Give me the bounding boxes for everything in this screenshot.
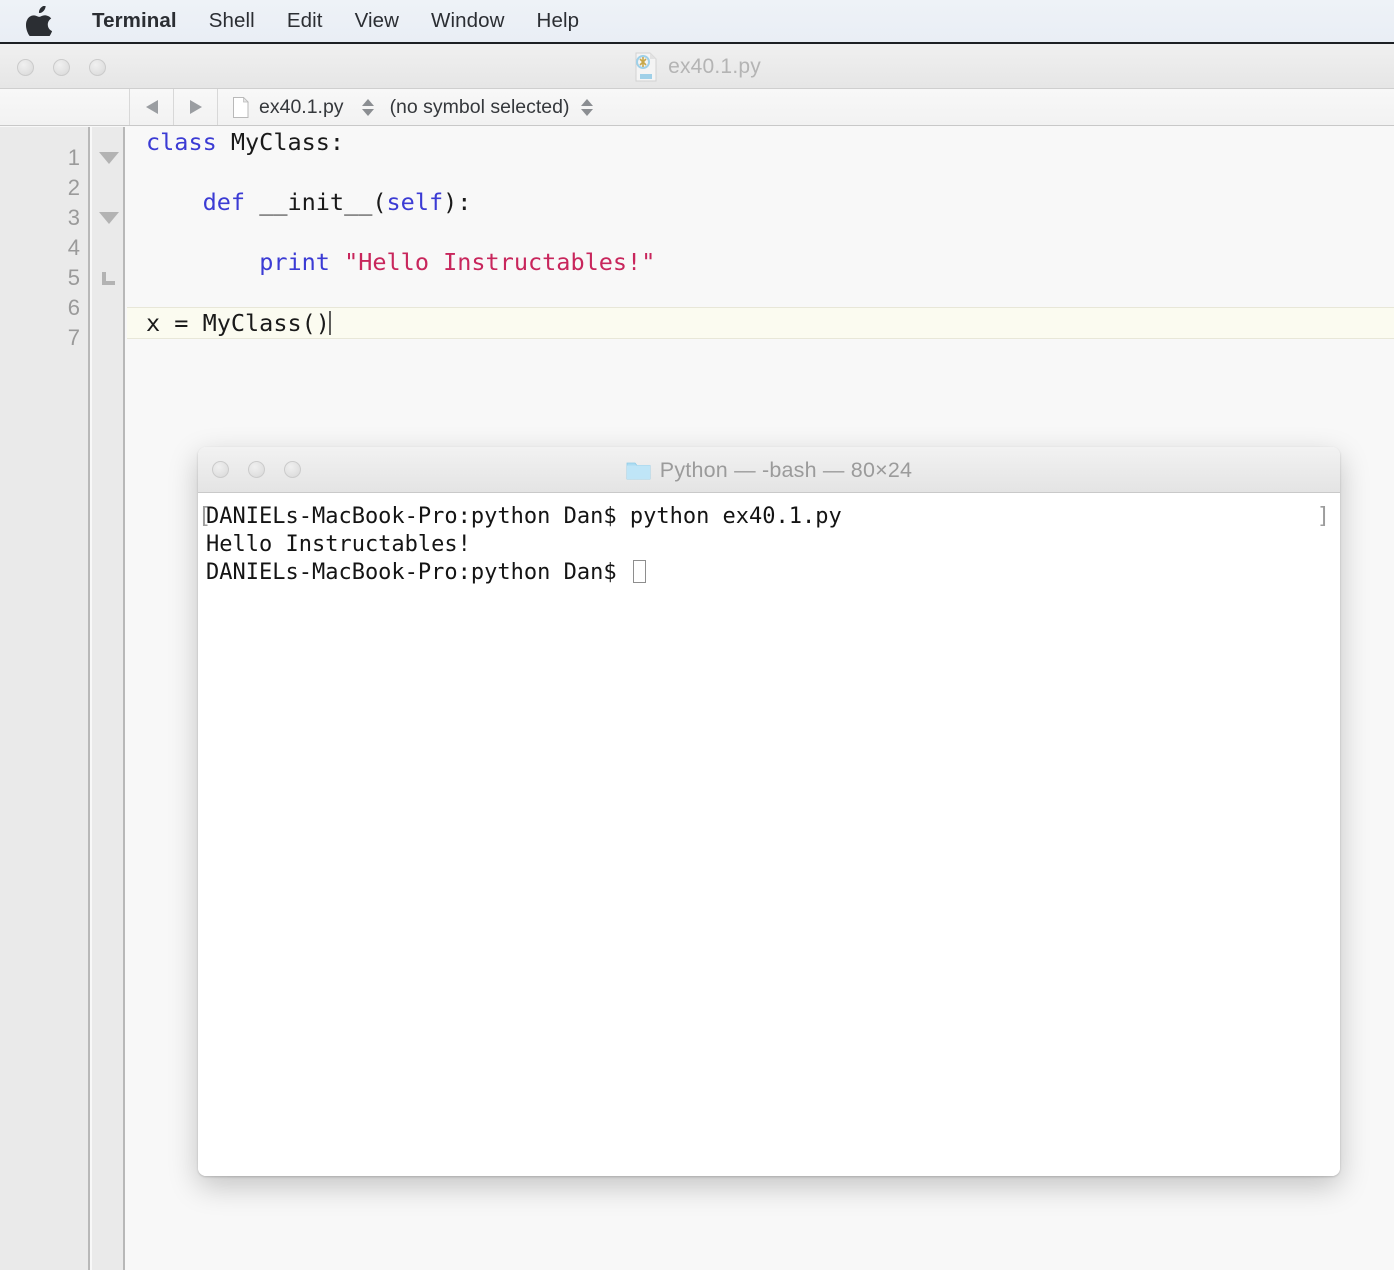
code-token-kw: def — [202, 188, 260, 216]
menu-item-view[interactable]: View — [339, 9, 415, 33]
code-folding-gutter[interactable] — [92, 127, 125, 1270]
forward-button[interactable] — [174, 89, 218, 125]
code-token-plain: __init__( — [259, 188, 387, 216]
terminal-line-text: DANIELs-MacBook-Pro:python Dan$ — [206, 560, 630, 585]
code-token-self: self — [386, 188, 444, 216]
apple-logo-icon[interactable] — [26, 6, 52, 36]
text-cursor — [328, 311, 331, 335]
code-token-kw: print — [259, 248, 345, 276]
fold-toggle[interactable] — [92, 203, 125, 233]
line-number-list: 1 2 3 4 5 6 7 — [10, 143, 80, 353]
stepper-down-icon — [581, 108, 594, 116]
mac-menu-bar: Terminal Shell Edit View Window Help — [0, 0, 1394, 44]
terminal-line-text: Hello Instructables! — [206, 532, 471, 557]
code-token-kw: class — [146, 128, 231, 156]
menu-item-shell[interactable]: Shell — [193, 9, 271, 33]
document-icon — [232, 96, 249, 118]
code-line[interactable]: def __init__(self): — [127, 187, 1394, 217]
symbol-selector-label: (no symbol selected) — [389, 95, 570, 118]
line-number: 2 — [67, 175, 80, 200]
code-token-plain: x = MyClass() — [146, 309, 330, 337]
editor-toolbar: ex40.1.py (no symbol selected) — [0, 89, 1394, 126]
fold-triangle-icon — [98, 212, 119, 224]
code-token-plain: MyClass: — [230, 128, 345, 156]
terminal-line: Hello Instructables! — [198, 531, 1340, 559]
terminal-line: DANIELs-MacBook-Pro:python Dan$ python e… — [198, 503, 1340, 531]
terminal-title-bar[interactable]: Python — -bash — 80×24 — [198, 447, 1340, 493]
editor-title-group: ex40.1.py — [0, 44, 1394, 89]
symbol-stepper[interactable] — [577, 94, 597, 120]
line-number: 4 — [67, 235, 80, 260]
editor-title-bar[interactable]: ex40.1.py — [0, 44, 1394, 89]
file-stepper[interactable] — [358, 94, 378, 120]
fold-toggle[interactable] — [92, 143, 125, 173]
code-line[interactable]: x = MyClass() — [127, 307, 1394, 339]
stepper-up-icon — [361, 98, 374, 106]
code-token-plain: ): — [443, 188, 472, 216]
terminal-line: DANIELs-MacBook-Pro:python Dan$ — [198, 559, 1340, 587]
stepper-up-icon — [581, 98, 594, 106]
symbol-selector[interactable]: (no symbol selected) — [386, 89, 570, 125]
fold-end-bracket-icon — [102, 271, 115, 285]
code-token-str: "Hello Instructables!" — [344, 248, 656, 276]
terminal-line-text: DANIELs-MacBook-Pro:python Dan$ python e… — [206, 504, 842, 529]
menu-item-help[interactable]: Help — [521, 9, 596, 33]
code-line[interactable] — [127, 277, 1394, 307]
code-line[interactable]: print "Hello Instructables!" — [127, 247, 1394, 277]
terminal-window: Python — -bash — 80×24 [ ] DANIELs-MacBo… — [198, 447, 1340, 1176]
menu-item-terminal[interactable]: Terminal — [76, 9, 193, 33]
textedit-document-icon — [633, 52, 659, 82]
line-number: 3 — [67, 205, 80, 230]
terminal-line-list: DANIELs-MacBook-Pro:python Dan$ python e… — [198, 503, 1340, 587]
back-button[interactable] — [130, 89, 174, 125]
code-line[interactable] — [127, 157, 1394, 187]
block-cursor-icon — [632, 560, 646, 583]
folder-icon — [626, 460, 651, 480]
file-selector-label: ex40.1.py — [259, 95, 344, 118]
editor-title-text: ex40.1.py — [668, 54, 761, 78]
fold-triangle-icon — [98, 152, 119, 164]
terminal-output-area[interactable]: [ ] DANIELs-MacBook-Pro:python Dan$ pyth… — [198, 493, 1340, 1176]
code-line[interactable]: class MyClass: — [127, 127, 1394, 157]
line-number-gutter: 1 2 3 4 5 6 7 — [0, 127, 90, 1270]
menu-item-edit[interactable]: Edit — [271, 9, 339, 33]
line-number: 7 — [67, 325, 80, 350]
code-line[interactable] — [127, 217, 1394, 247]
line-number: 6 — [67, 295, 80, 320]
menu-item-window[interactable]: Window — [415, 9, 521, 33]
terminal-title-text: Python — -bash — 80×24 — [659, 457, 913, 482]
stepper-down-icon — [361, 108, 374, 116]
line-number: 5 — [67, 265, 80, 290]
terminal-title-group: Python — -bash — 80×24 — [198, 447, 1340, 493]
toolbar-left-spacer — [0, 89, 130, 125]
fold-end-marker[interactable] — [92, 263, 125, 293]
file-selector[interactable]: ex40.1.py — [218, 89, 350, 125]
line-number: 1 — [67, 145, 80, 170]
